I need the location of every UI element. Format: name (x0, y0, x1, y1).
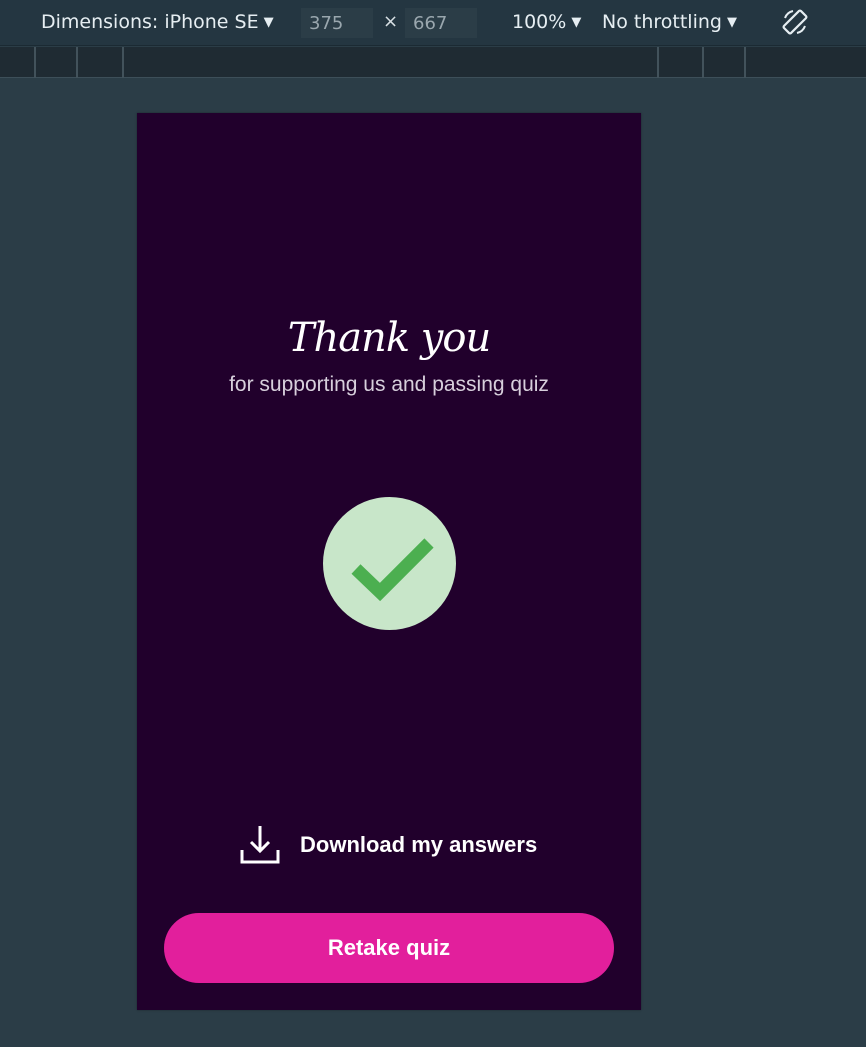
page-title: Thank you (287, 315, 491, 361)
ruler-mark (34, 47, 36, 78)
chevron-down-icon: ▼ (726, 15, 737, 30)
success-badge (323, 497, 456, 630)
media-query-ruler (0, 47, 866, 78)
rotate-icon[interactable] (779, 6, 811, 38)
ruler-mark (657, 47, 659, 78)
zoom-selector[interactable]: 100% ▼ (512, 11, 581, 33)
checkmark-icon (351, 538, 434, 602)
throttling-label: No throttling (602, 11, 722, 33)
device-viewport: Thank you for supporting us and passing … (137, 113, 641, 1010)
ruler-mark (702, 47, 704, 78)
width-input[interactable] (301, 8, 373, 38)
ruler-mark (122, 47, 124, 78)
height-input[interactable] (405, 8, 477, 38)
chevron-down-icon: ▼ (571, 15, 582, 30)
chevron-down-icon: ▼ (263, 15, 274, 30)
ruler-mark (744, 47, 746, 78)
retake-quiz-button[interactable]: Retake quiz (164, 913, 614, 983)
page-subtitle: for supporting us and passing quiz (229, 373, 549, 396)
devtools-toolbar: Dimensions: iPhone SE ▼ × 100% ▼ No thrott… (0, 0, 866, 46)
download-answers-link[interactable]: Download my answers (239, 824, 559, 866)
download-label: Download my answers (300, 832, 538, 857)
ruler-mark (76, 47, 78, 78)
device-selector[interactable]: Dimensions: iPhone SE ▼ (41, 11, 274, 33)
throttling-selector[interactable]: No throttling ▼ (602, 11, 737, 33)
device-label: Dimensions: iPhone SE (41, 11, 259, 33)
zoom-label: 100% (512, 11, 567, 33)
download-icon (240, 826, 280, 864)
times-symbol: × (383, 11, 399, 32)
